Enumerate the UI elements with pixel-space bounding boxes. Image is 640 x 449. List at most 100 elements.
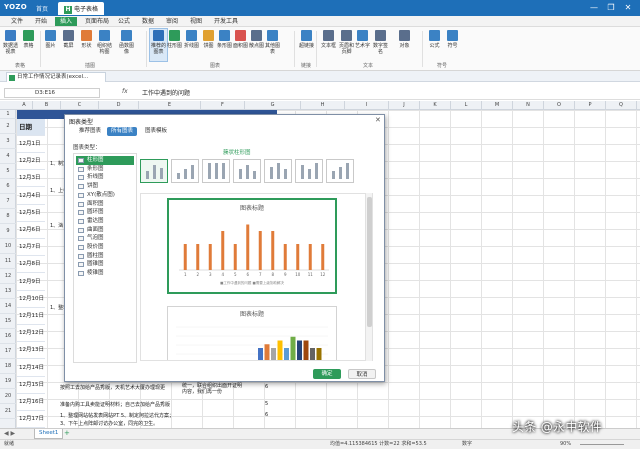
- scrollbar-thumb[interactable]: [367, 197, 372, 327]
- ribbon-button-object[interactable]: 对象: [396, 29, 413, 61]
- row-header[interactable]: 7: [0, 194, 16, 209]
- chart-preview-2[interactable]: 图表标题: [167, 306, 337, 360]
- column-header[interactable]: K: [420, 101, 451, 110]
- chart-type-item[interactable]: 圆环图: [76, 208, 134, 217]
- chart-type-item[interactable]: 雷达图: [76, 217, 134, 226]
- ribbon-button-area-chart[interactable]: 面积图: [232, 29, 249, 61]
- ribbon-button-textbox[interactable]: 文本框: [320, 29, 337, 61]
- date-cell[interactable]: 12月17日: [17, 411, 45, 429]
- column-header[interactable]: I: [345, 101, 389, 110]
- date-cell[interactable]: 12月4日: [17, 188, 45, 205]
- tab-all-charts[interactable]: 所有图表: [107, 127, 138, 136]
- ribbon-button-symbol[interactable]: 符号: [444, 29, 461, 61]
- ribbon-button-table[interactable]: 表格: [20, 29, 37, 61]
- chart-subtype-thumbnail[interactable]: [233, 159, 261, 183]
- row-header[interactable]: 1: [0, 110, 16, 119]
- row-header[interactable]: 10: [0, 239, 16, 254]
- menu-file[interactable]: 文件: [6, 17, 28, 26]
- tab-recommended-charts[interactable]: 推荐图表: [75, 127, 105, 136]
- date-cell[interactable]: 12月7日: [17, 239, 45, 257]
- column-header[interactable]: M: [482, 101, 513, 110]
- sheet-tab[interactable]: Sheet1: [34, 429, 64, 439]
- row-header[interactable]: 12: [0, 269, 16, 284]
- chart-type-list[interactable]: 柱形图 条形图 折线图 饼图 XY(散点图) 面积图 圆环图 雷达图 曲面图 气泡图 股价图 圆柱图圆…: [73, 153, 137, 363]
- chart-type-item[interactable]: 股价图: [76, 243, 134, 252]
- ribbon-button-bar-chart[interactable]: 条形图: [216, 29, 233, 61]
- row-header[interactable]: 13: [0, 284, 16, 299]
- date-cell[interactable]: 12月2日: [17, 153, 45, 171]
- column-header[interactable]: D: [99, 101, 139, 110]
- ribbon-button-recommended-chart[interactable]: 推荐的图表: [149, 28, 168, 62]
- ribbon-button-hyperlink[interactable]: 超链接: [298, 29, 315, 61]
- menu-formula[interactable]: 公式: [113, 17, 135, 26]
- chart-subtype-thumbnail[interactable]: [295, 159, 323, 183]
- tab-chart-templates[interactable]: 图表模板: [141, 127, 171, 136]
- date-cell[interactable]: 12月5日: [17, 205, 45, 222]
- chart-preview-1[interactable]: 图表标题 1 2 3 4 5 6 7 8 9 10 11 12 ■工作中遇到的问题 ■需要上级协助解决: [167, 198, 337, 294]
- cell-number[interactable]: 6: [265, 384, 268, 390]
- date-cell[interactable]: 12月6日: [17, 222, 45, 239]
- row-header[interactable]: 9: [0, 224, 16, 239]
- tab-spreadsheet[interactable]: H 电子表格: [58, 2, 105, 15]
- sheet-nav-icon[interactable]: ◀ ▶: [4, 430, 15, 437]
- date-cell[interactable]: 12月10日: [17, 291, 45, 308]
- column-header[interactable]: J: [389, 101, 420, 110]
- date-cell[interactable]: 12月11日: [17, 308, 45, 325]
- row-header[interactable]: 6: [0, 179, 16, 194]
- column-header[interactable]: L: [451, 101, 482, 110]
- date-cell[interactable]: 12月9日: [17, 274, 45, 291]
- row-header[interactable]: 14: [0, 299, 16, 314]
- cell-number[interactable]: 5: [265, 401, 268, 407]
- chart-subtype-thumbnail[interactable]: [171, 159, 199, 183]
- date-cell[interactable]: 12月15日: [17, 377, 45, 394]
- date-cell[interactable]: 12月3日: [17, 170, 45, 188]
- ribbon-button-pivot-table[interactable]: 数据透视表: [2, 29, 19, 61]
- zoom-level[interactable]: 90%: [560, 440, 571, 449]
- cell-text[interactable]: 准备内购工具卖能证明材料；自己去加给产品秀版: [60, 401, 170, 408]
- chart-type-item[interactable]: 曲面图: [76, 226, 134, 235]
- ribbon-button-line-chart[interactable]: 折线图: [183, 29, 200, 61]
- column-header[interactable]: N: [513, 101, 544, 110]
- ribbon-button-digital-signature[interactable]: 数字签名: [372, 29, 389, 61]
- chart-subtype-thumbnail[interactable]: [264, 159, 292, 183]
- chart-subtype-thumbnail[interactable]: [140, 159, 168, 183]
- ribbon-button-other-chart[interactable]: 其他图表: [264, 29, 281, 61]
- cell-number[interactable]: 6: [265, 412, 268, 418]
- document-tab[interactable]: 日常工作情况记录表(excel…: [6, 72, 106, 82]
- dialog-close-icon[interactable]: ✕: [375, 116, 381, 124]
- ribbon-button-org-chart[interactable]: 组织结构图: [96, 29, 113, 61]
- menu-data[interactable]: 数据: [137, 17, 159, 26]
- ribbon-button-picture[interactable]: 图片: [42, 29, 59, 61]
- row-header[interactable]: 18: [0, 359, 16, 374]
- menu-review[interactable]: 审阅: [161, 17, 183, 26]
- column-header[interactable]: G: [245, 101, 301, 110]
- date-header[interactable]: 日期: [17, 119, 45, 136]
- row-header[interactable]: 5: [0, 164, 16, 179]
- ribbon-button-shape[interactable]: 形状: [78, 29, 95, 61]
- row-header[interactable]: 20: [0, 389, 16, 404]
- column-header[interactable]: P: [575, 101, 606, 110]
- menu-view[interactable]: 视图: [185, 17, 207, 26]
- row-header[interactable]: 16: [0, 329, 16, 344]
- cancel-button[interactable]: 取消: [348, 369, 376, 379]
- cell-text[interactable]: 1、整理网站帖发表网站PT 5、制定阿拉达代方案；: [60, 412, 174, 419]
- column-header[interactable]: A: [16, 101, 33, 110]
- preview-scrollbar[interactable]: [365, 193, 372, 361]
- menu-home[interactable]: 开始: [30, 17, 52, 26]
- row-header[interactable]: 17: [0, 344, 16, 359]
- chart-type-item[interactable]: 折线图: [76, 173, 134, 182]
- column-header[interactable]: B: [33, 101, 61, 110]
- fx-icon[interactable]: fx: [122, 88, 128, 95]
- row-header[interactable]: 3: [0, 134, 16, 149]
- add-sheet-button[interactable]: +: [64, 429, 70, 437]
- row-header[interactable]: 19: [0, 374, 16, 389]
- date-cell[interactable]: 12月16日: [17, 394, 45, 411]
- chart-type-item[interactable]: 圆柱图: [76, 252, 134, 261]
- ribbon-button-pie-chart[interactable]: 饼图: [200, 29, 217, 61]
- ribbon-button-function-graph[interactable]: 函数图像: [118, 29, 135, 61]
- cell-text[interactable]: 统一，联合组织出面开证明内容，我们再一份: [182, 383, 244, 395]
- ribbon-button-screenshot[interactable]: 截屏: [60, 29, 77, 61]
- menu-developer[interactable]: 开发工具: [209, 17, 243, 26]
- ribbon-button-equation[interactable]: 公式: [426, 29, 443, 61]
- chart-type-item[interactable]: 气泡图: [76, 234, 134, 243]
